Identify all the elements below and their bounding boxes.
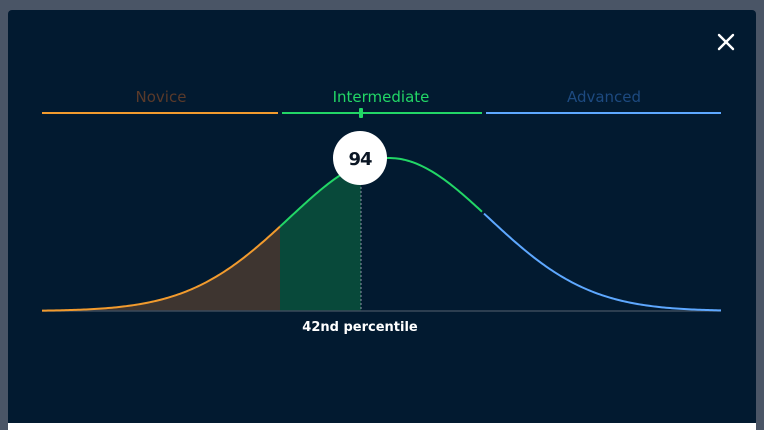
advanced-curve [483, 212, 722, 312]
modal-footer [8, 423, 756, 430]
percentile-label: 42nd percentile [302, 320, 418, 335]
score-band-marker [359, 108, 363, 118]
intermediate-area [280, 163, 361, 311]
level-label-intermediate: Intermediate [333, 88, 430, 106]
score-value: 94 [348, 149, 372, 170]
level-label-advanced: Advanced [567, 88, 641, 106]
novice-area [42, 226, 280, 311]
skill-modal: Novice Intermediate Advanced 94 42nd per… [8, 10, 756, 430]
distribution-chart: Novice Intermediate Advanced 94 42nd per… [41, 88, 722, 335]
level-label-novice: Novice [136, 88, 187, 106]
